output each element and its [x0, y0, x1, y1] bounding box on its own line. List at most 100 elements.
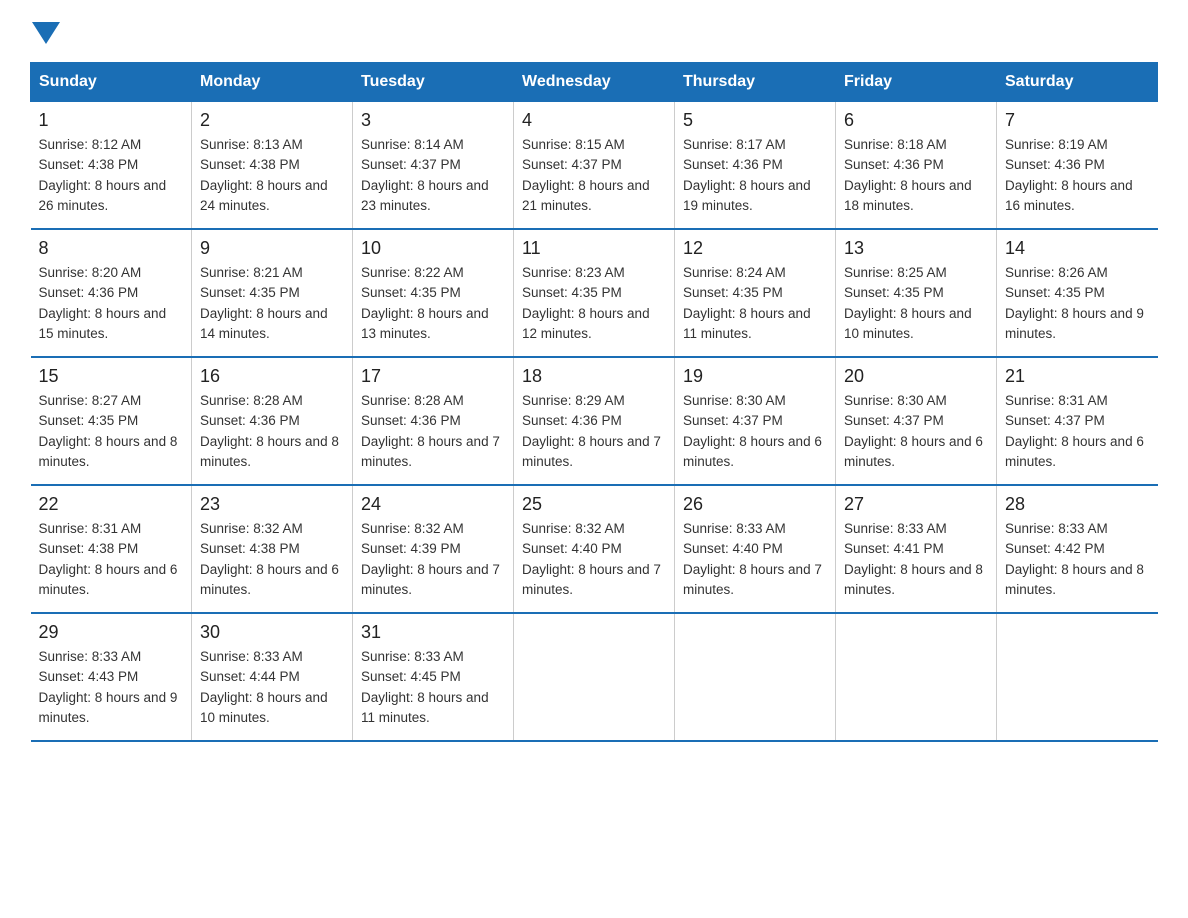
page-header [30, 20, 1158, 42]
column-header-friday: Friday [836, 63, 997, 102]
day-info: Sunrise: 8:33 AM Sunset: 4:43 PM Dayligh… [39, 647, 184, 728]
day-number: 15 [39, 366, 184, 387]
header-row: SundayMondayTuesdayWednesdayThursdayFrid… [31, 63, 1158, 102]
day-info: Sunrise: 8:33 AM Sunset: 4:40 PM Dayligh… [683, 519, 827, 600]
calendar-cell: 6 Sunrise: 8:18 AM Sunset: 4:36 PM Dayli… [836, 102, 997, 230]
calendar-cell: 2 Sunrise: 8:13 AM Sunset: 4:38 PM Dayli… [192, 102, 353, 230]
day-number: 12 [683, 238, 827, 259]
day-number: 5 [683, 110, 827, 131]
day-number: 11 [522, 238, 666, 259]
day-info: Sunrise: 8:18 AM Sunset: 4:36 PM Dayligh… [844, 135, 988, 216]
logo-triangle-icon [32, 22, 60, 44]
calendar-cell: 15 Sunrise: 8:27 AM Sunset: 4:35 PM Dayl… [31, 357, 192, 485]
calendar-cell: 16 Sunrise: 8:28 AM Sunset: 4:36 PM Dayl… [192, 357, 353, 485]
day-info: Sunrise: 8:23 AM Sunset: 4:35 PM Dayligh… [522, 263, 666, 344]
calendar-cell: 12 Sunrise: 8:24 AM Sunset: 4:35 PM Dayl… [675, 229, 836, 357]
column-header-thursday: Thursday [675, 63, 836, 102]
day-number: 13 [844, 238, 988, 259]
calendar-cell [836, 613, 997, 741]
calendar-cell: 21 Sunrise: 8:31 AM Sunset: 4:37 PM Dayl… [997, 357, 1158, 485]
day-number: 16 [200, 366, 344, 387]
day-number: 7 [1005, 110, 1150, 131]
column-header-tuesday: Tuesday [353, 63, 514, 102]
day-info: Sunrise: 8:25 AM Sunset: 4:35 PM Dayligh… [844, 263, 988, 344]
calendar-cell: 24 Sunrise: 8:32 AM Sunset: 4:39 PM Dayl… [353, 485, 514, 613]
column-header-saturday: Saturday [997, 63, 1158, 102]
day-info: Sunrise: 8:13 AM Sunset: 4:38 PM Dayligh… [200, 135, 344, 216]
calendar-cell: 19 Sunrise: 8:30 AM Sunset: 4:37 PM Dayl… [675, 357, 836, 485]
calendar-cell: 25 Sunrise: 8:32 AM Sunset: 4:40 PM Dayl… [514, 485, 675, 613]
day-number: 1 [39, 110, 184, 131]
calendar-cell: 22 Sunrise: 8:31 AM Sunset: 4:38 PM Dayl… [31, 485, 192, 613]
calendar-cell [675, 613, 836, 741]
calendar-cell [997, 613, 1158, 741]
calendar-cell: 29 Sunrise: 8:33 AM Sunset: 4:43 PM Dayl… [31, 613, 192, 741]
day-info: Sunrise: 8:14 AM Sunset: 4:37 PM Dayligh… [361, 135, 505, 216]
column-header-wednesday: Wednesday [514, 63, 675, 102]
calendar-table: SundayMondayTuesdayWednesdayThursdayFrid… [30, 62, 1158, 742]
day-info: Sunrise: 8:15 AM Sunset: 4:37 PM Dayligh… [522, 135, 666, 216]
calendar-cell: 18 Sunrise: 8:29 AM Sunset: 4:36 PM Dayl… [514, 357, 675, 485]
calendar-cell: 5 Sunrise: 8:17 AM Sunset: 4:36 PM Dayli… [675, 102, 836, 230]
day-info: Sunrise: 8:33 AM Sunset: 4:44 PM Dayligh… [200, 647, 344, 728]
day-info: Sunrise: 8:22 AM Sunset: 4:35 PM Dayligh… [361, 263, 505, 344]
day-info: Sunrise: 8:32 AM Sunset: 4:38 PM Dayligh… [200, 519, 344, 600]
day-info: Sunrise: 8:32 AM Sunset: 4:39 PM Dayligh… [361, 519, 505, 600]
week-row-5: 29 Sunrise: 8:33 AM Sunset: 4:43 PM Dayl… [31, 613, 1158, 741]
day-info: Sunrise: 8:30 AM Sunset: 4:37 PM Dayligh… [844, 391, 988, 472]
day-info: Sunrise: 8:12 AM Sunset: 4:38 PM Dayligh… [39, 135, 184, 216]
day-number: 14 [1005, 238, 1150, 259]
calendar-cell: 14 Sunrise: 8:26 AM Sunset: 4:35 PM Dayl… [997, 229, 1158, 357]
day-number: 6 [844, 110, 988, 131]
day-number: 26 [683, 494, 827, 515]
day-number: 8 [39, 238, 184, 259]
calendar-cell: 20 Sunrise: 8:30 AM Sunset: 4:37 PM Dayl… [836, 357, 997, 485]
calendar-cell: 3 Sunrise: 8:14 AM Sunset: 4:37 PM Dayli… [353, 102, 514, 230]
day-number: 10 [361, 238, 505, 259]
day-number: 19 [683, 366, 827, 387]
calendar-cell: 27 Sunrise: 8:33 AM Sunset: 4:41 PM Dayl… [836, 485, 997, 613]
calendar-cell: 4 Sunrise: 8:15 AM Sunset: 4:37 PM Dayli… [514, 102, 675, 230]
logo [30, 20, 62, 42]
calendar-cell: 9 Sunrise: 8:21 AM Sunset: 4:35 PM Dayli… [192, 229, 353, 357]
calendar-cell: 30 Sunrise: 8:33 AM Sunset: 4:44 PM Dayl… [192, 613, 353, 741]
week-row-3: 15 Sunrise: 8:27 AM Sunset: 4:35 PM Dayl… [31, 357, 1158, 485]
day-number: 17 [361, 366, 505, 387]
day-info: Sunrise: 8:33 AM Sunset: 4:45 PM Dayligh… [361, 647, 505, 728]
day-info: Sunrise: 8:33 AM Sunset: 4:42 PM Dayligh… [1005, 519, 1150, 600]
calendar-cell: 26 Sunrise: 8:33 AM Sunset: 4:40 PM Dayl… [675, 485, 836, 613]
calendar-cell: 1 Sunrise: 8:12 AM Sunset: 4:38 PM Dayli… [31, 102, 192, 230]
week-row-2: 8 Sunrise: 8:20 AM Sunset: 4:36 PM Dayli… [31, 229, 1158, 357]
day-number: 29 [39, 622, 184, 643]
day-number: 2 [200, 110, 344, 131]
day-number: 24 [361, 494, 505, 515]
day-info: Sunrise: 8:30 AM Sunset: 4:37 PM Dayligh… [683, 391, 827, 472]
day-number: 30 [200, 622, 344, 643]
calendar-cell: 13 Sunrise: 8:25 AM Sunset: 4:35 PM Dayl… [836, 229, 997, 357]
day-number: 23 [200, 494, 344, 515]
day-number: 9 [200, 238, 344, 259]
day-number: 22 [39, 494, 184, 515]
day-number: 21 [1005, 366, 1150, 387]
column-header-sunday: Sunday [31, 63, 192, 102]
day-number: 25 [522, 494, 666, 515]
calendar-cell: 8 Sunrise: 8:20 AM Sunset: 4:36 PM Dayli… [31, 229, 192, 357]
day-info: Sunrise: 8:17 AM Sunset: 4:36 PM Dayligh… [683, 135, 827, 216]
calendar-cell: 23 Sunrise: 8:32 AM Sunset: 4:38 PM Dayl… [192, 485, 353, 613]
calendar-cell: 10 Sunrise: 8:22 AM Sunset: 4:35 PM Dayl… [353, 229, 514, 357]
day-info: Sunrise: 8:32 AM Sunset: 4:40 PM Dayligh… [522, 519, 666, 600]
day-number: 31 [361, 622, 505, 643]
day-number: 28 [1005, 494, 1150, 515]
day-number: 3 [361, 110, 505, 131]
week-row-1: 1 Sunrise: 8:12 AM Sunset: 4:38 PM Dayli… [31, 102, 1158, 230]
calendar-cell [514, 613, 675, 741]
day-info: Sunrise: 8:28 AM Sunset: 4:36 PM Dayligh… [361, 391, 505, 472]
day-info: Sunrise: 8:28 AM Sunset: 4:36 PM Dayligh… [200, 391, 344, 472]
day-number: 20 [844, 366, 988, 387]
day-info: Sunrise: 8:29 AM Sunset: 4:36 PM Dayligh… [522, 391, 666, 472]
day-info: Sunrise: 8:21 AM Sunset: 4:35 PM Dayligh… [200, 263, 344, 344]
day-info: Sunrise: 8:26 AM Sunset: 4:35 PM Dayligh… [1005, 263, 1150, 344]
calendar-cell: 31 Sunrise: 8:33 AM Sunset: 4:45 PM Dayl… [353, 613, 514, 741]
calendar-cell: 17 Sunrise: 8:28 AM Sunset: 4:36 PM Dayl… [353, 357, 514, 485]
day-number: 4 [522, 110, 666, 131]
